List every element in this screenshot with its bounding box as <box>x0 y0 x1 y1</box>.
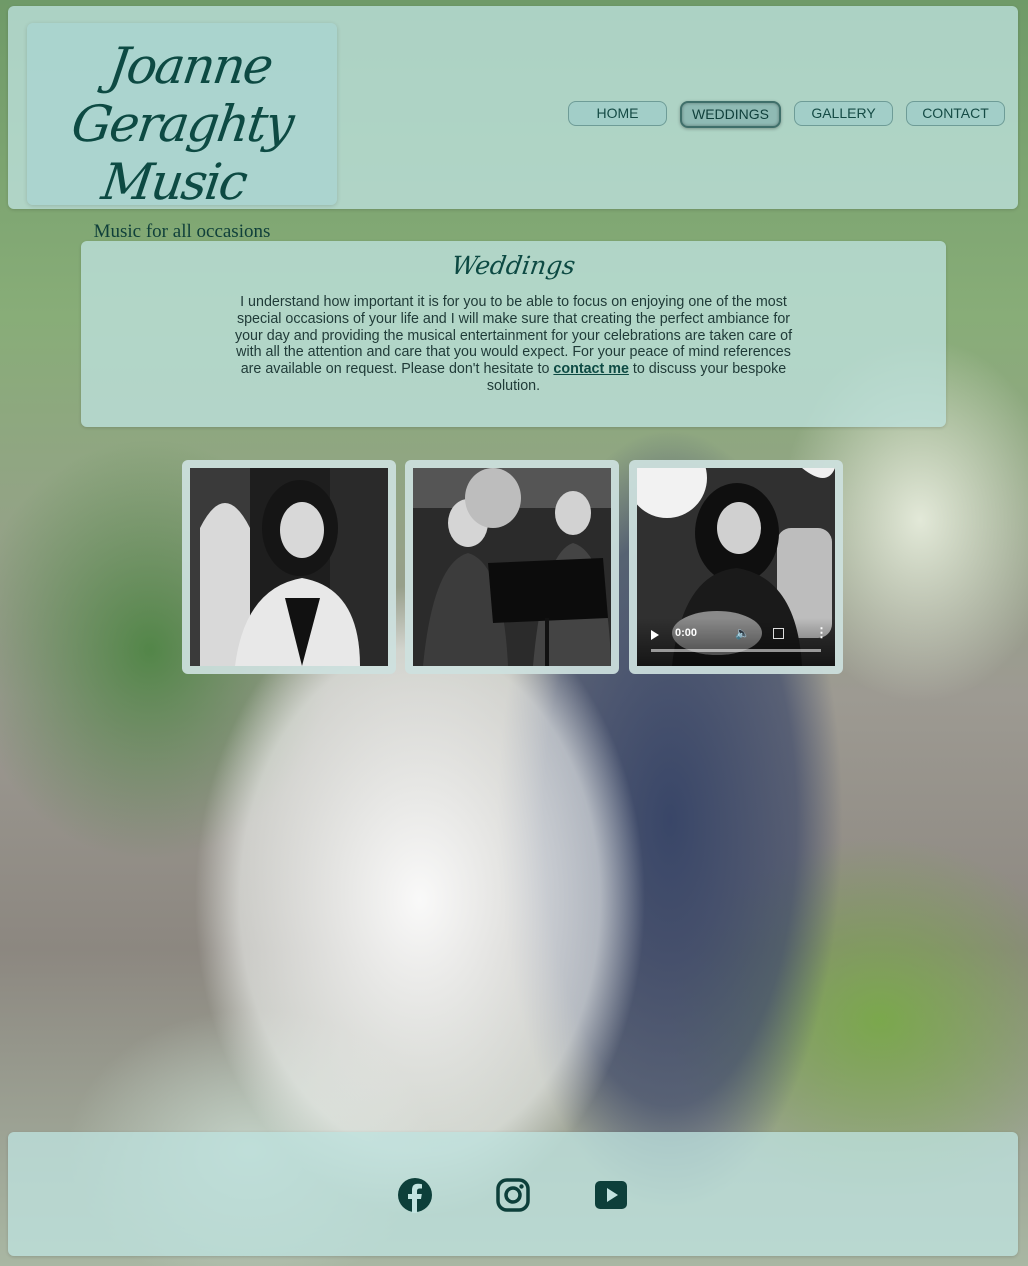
page-title: Weddings <box>449 251 578 280</box>
guitar-video-player[interactable]: 0:00 🔈 ⋮ <box>637 468 835 666</box>
video-controls: 0:00 🔈 ⋮ <box>637 618 835 666</box>
brand-name: Joanne Geraghty Music <box>15 37 349 211</box>
site-footer <box>8 1132 1018 1256</box>
video-progress-bar[interactable] <box>651 649 821 652</box>
duo-performance-photo <box>413 468 611 666</box>
nav-weddings-button[interactable]: WEDDINGS <box>680 101 781 128</box>
brand-tagline: Music for all occasions <box>93 221 271 242</box>
gallery-video[interactable]: 0:00 🔈 ⋮ <box>629 460 843 674</box>
mute-icon[interactable]: 🔈 <box>735 626 750 640</box>
play-icon[interactable] <box>651 630 659 640</box>
brand-name-line1: Joanne Geraghty <box>68 37 296 153</box>
brand-name-line2: Music <box>98 153 250 211</box>
weddings-intro-panel: Weddings I understand how important it i… <box>81 241 946 427</box>
brand-logo[interactable]: Joanne Geraghty Music Music for all occa… <box>27 23 337 242</box>
instagram-icon[interactable] <box>494 1176 532 1214</box>
nav-gallery-button[interactable]: GALLERY <box>794 101 893 126</box>
nav-home-button[interactable]: HOME <box>568 101 667 126</box>
contact-me-link[interactable]: contact me <box>553 361 628 377</box>
youtube-icon[interactable] <box>592 1176 630 1214</box>
intro-paragraph: I understand how important it is for you… <box>234 294 794 395</box>
nav-contact-button[interactable]: CONTACT <box>906 101 1005 126</box>
singer-portrait-photo <box>190 468 388 666</box>
fullscreen-icon[interactable] <box>773 628 784 639</box>
facebook-icon[interactable] <box>396 1176 434 1214</box>
video-time: 0:00 <box>675 627 698 639</box>
gallery-photo-1[interactable] <box>182 460 396 674</box>
more-options-icon[interactable]: ⋮ <box>815 625 828 641</box>
site-header: Joanne Geraghty Music Music for all occa… <box>8 6 1018 242</box>
gallery-photo-2[interactable] <box>405 460 619 674</box>
main-nav: HOME WEDDINGS GALLERY CONTACT <box>568 101 1005 128</box>
